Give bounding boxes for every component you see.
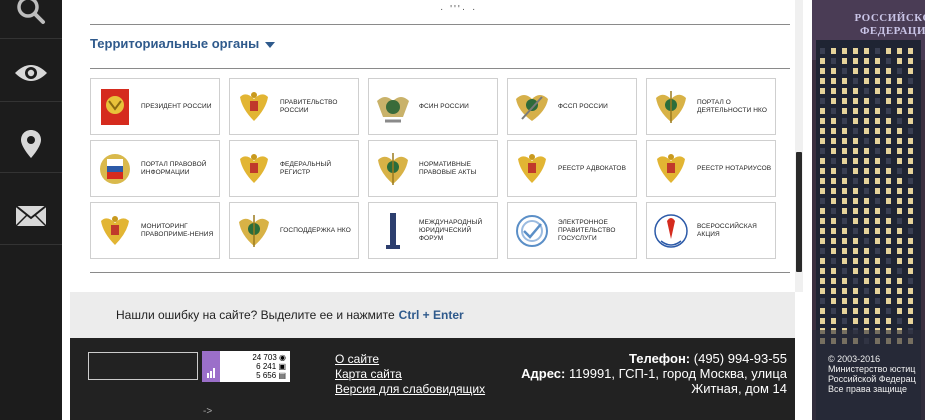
accessibility-view-button[interactable] xyxy=(0,45,62,102)
footer-contacts: Телефон: (495) 994-93-55 Адрес: 119991, … xyxy=(521,351,787,396)
gosuslugi-icon xyxy=(514,211,550,251)
eagle-emblem-icon xyxy=(236,87,272,127)
footer-arrow-text: -> xyxy=(203,406,213,417)
address-line1: 119991, ГСП-1, город Москва, улица xyxy=(568,366,787,381)
eagle-emblem-icon xyxy=(653,149,689,189)
link-tile-label: ФСИН России xyxy=(419,102,469,110)
link-tile-label: Мониторинг правоприме-нения xyxy=(141,222,214,238)
building-photo: РОССИЙСКО ФЕДЕРАЦИ © 2003-2016 Министерс… xyxy=(812,0,925,420)
about-link[interactable]: О сайте xyxy=(335,352,485,366)
legal-info-emblem-icon xyxy=(97,149,133,189)
low-vision-link[interactable]: Версия для слабовидящих xyxy=(335,382,485,396)
location-button[interactable] xyxy=(0,116,62,173)
justice-emblem-icon xyxy=(375,149,411,189)
photo-caption-line2: ФЕДЕРАЦИ xyxy=(859,25,925,37)
fsin-emblem-icon xyxy=(375,87,411,127)
link-tile[interactable]: Правительство России xyxy=(229,78,359,135)
photo-caption-line1: РОССИЙСКО xyxy=(854,12,925,24)
link-tile[interactable]: Мониторинг правоприме-нения xyxy=(90,202,220,259)
link-tile-label: Всероссийская акция xyxy=(697,222,757,238)
photo-caption: РОССИЙСКО ФЕДЕРАЦИ xyxy=(848,12,925,38)
mail-icon xyxy=(15,205,47,227)
counter-visits: 6 241 xyxy=(256,362,277,371)
link-tile-label: Электронное правительство Госуслуги xyxy=(558,218,616,242)
link-tile[interactable]: Международный юридический форум xyxy=(368,202,498,259)
copyright-line: Министерство юстиц xyxy=(828,364,916,374)
counter-views: 24 703 xyxy=(252,353,277,362)
link-tile[interactable]: Реестр нотариусов xyxy=(646,140,776,197)
link-tile-label: Господдержка НКО xyxy=(280,226,351,234)
counter-visitors: 5 656 xyxy=(256,371,277,380)
link-tile-label: Реестр адвокатов xyxy=(558,164,627,172)
footer-logo-image[interactable] xyxy=(88,352,198,380)
link-tile-label: Федеральный регистр xyxy=(280,160,332,176)
link-tile-label: Реестр нотариусов xyxy=(697,164,772,172)
link-tile[interactable]: Портал правовой информации xyxy=(90,140,220,197)
link-tile[interactable]: Портал о деятельности НКО xyxy=(646,78,776,135)
section-dropdown[interactable]: Территориальные органы xyxy=(90,36,276,51)
link-tile[interactable]: Президент России xyxy=(90,78,220,135)
visit-counter[interactable]: 24 703 ◉ 6 241 ▣ 5 656 ▤ xyxy=(202,351,290,382)
copyright-line: Все права защище xyxy=(828,384,907,394)
link-tile-label: Портал о деятельности НКО xyxy=(697,98,768,114)
divider xyxy=(90,68,790,69)
search-icon xyxy=(17,0,45,24)
phone-number: (495) 994-93-55 xyxy=(693,351,787,366)
mail-button[interactable] xyxy=(0,188,62,245)
main-content: · '''· · Территориальные органы Президен… xyxy=(70,0,795,292)
location-pin-icon xyxy=(21,130,41,158)
eagle-emblem-icon xyxy=(236,149,272,189)
footer: 24 703 ◉ 6 241 ▣ 5 656 ▤ О сайте Карта с… xyxy=(70,338,795,420)
divider xyxy=(90,24,790,25)
eye-icon xyxy=(15,65,47,81)
link-tile[interactable]: Федеральный регистр xyxy=(229,140,359,197)
link-tile-label: Международный юридический форум xyxy=(419,218,483,242)
notice-text: Нашли ошибку на сайте? Выделите ее и наж… xyxy=(116,308,395,322)
sitemap-link[interactable]: Карта сайта xyxy=(335,367,485,381)
link-tile[interactable]: Реестр адвокатов xyxy=(507,140,637,197)
copyright-line: Российской Федерац xyxy=(828,374,916,384)
error-report-notice: Нашли ошибку на сайте? Выделите ее и наж… xyxy=(70,292,795,338)
copyright-year: © 2003-2016 xyxy=(828,354,881,364)
truncated-text: · '''· · xyxy=(440,4,478,15)
link-tile[interactable]: ФССП России xyxy=(507,78,637,135)
link-tile[interactable]: Электронное правительство Госуслуги xyxy=(507,202,637,259)
link-tile-label: Правительство России xyxy=(280,98,338,114)
photo-gap xyxy=(803,0,812,420)
link-tile-label: Президент России xyxy=(141,102,212,110)
divider xyxy=(90,272,790,273)
link-tile[interactable]: Всероссийская акция xyxy=(646,202,776,259)
copyright: © 2003-2016 Министерство юстиц Российско… xyxy=(828,354,925,394)
justice-emblem-icon xyxy=(653,87,689,127)
visits-small-icon: ▣ xyxy=(278,362,286,371)
eagle-emblem-icon xyxy=(97,211,133,251)
phone-label: Телефон: xyxy=(628,351,691,366)
scrollbar-thumb[interactable] xyxy=(796,152,802,272)
link-tile-label: Портал правовой информации xyxy=(141,160,207,176)
flag-emblem-icon xyxy=(97,87,133,127)
section-title: Территориальные органы xyxy=(90,36,260,51)
icon-rail xyxy=(0,0,62,420)
link-tile[interactable]: Господдержка НКО xyxy=(229,202,359,259)
caret-down-icon xyxy=(265,41,276,48)
link-tile[interactable]: ФСИН России xyxy=(368,78,498,135)
link-tile[interactable]: Нормативные правовые акты xyxy=(368,140,498,197)
search-button[interactable] xyxy=(0,0,62,39)
footer-links: О сайте Карта сайта Версия для слабовидя… xyxy=(335,352,485,396)
stop-hiv-icon xyxy=(653,211,689,251)
user-small-icon: ▤ xyxy=(278,371,286,380)
counter-logo-icon xyxy=(202,351,220,382)
link-tile-label: Нормативные правовые акты xyxy=(419,160,477,176)
address-line2: Житная, дом 14 xyxy=(691,381,787,396)
eagle-emblem-icon xyxy=(514,149,550,189)
fssp-emblem-icon xyxy=(514,87,550,127)
eye-small-icon: ◉ xyxy=(279,353,286,362)
address-label: Адрес: xyxy=(521,366,566,381)
rail-spacer xyxy=(62,0,70,420)
notice-shortcut: Ctrl + Enter xyxy=(398,308,464,322)
monument-icon xyxy=(375,211,411,251)
justice-emblem-icon xyxy=(236,211,272,251)
link-tile-label: ФССП России xyxy=(558,102,608,110)
